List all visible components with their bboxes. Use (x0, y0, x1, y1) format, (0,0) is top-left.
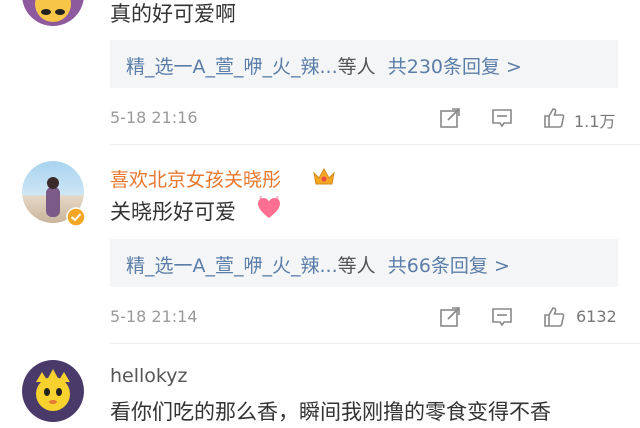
like-icon[interactable] (542, 305, 566, 329)
comment-text: 关晓彤好可爱 (110, 200, 236, 224)
reply-users[interactable]: 精_选一A_萱_咿_火_辣... (126, 255, 338, 277)
avatar[interactable] (22, 0, 84, 26)
reply-users[interactable]: 精_选一A_萱_咿_火_辣... (126, 56, 338, 78)
username[interactable]: hellokyz (110, 365, 187, 387)
reply-summary[interactable]: 精_选一A_萱_咿_火_辣...等人 共66条回复 > (110, 239, 618, 287)
comment-2: 喜欢北京女孩关晓彤 关晓彤好可爱 精_选一A_萱_咿_火_辣...等人 共66条… (0, 145, 640, 343)
reply-suffix: 等人 (337, 56, 376, 78)
avatar[interactable] (22, 360, 84, 422)
like-count: 6132 (576, 307, 617, 326)
reply-count-link[interactable]: 共230条回复 > (388, 56, 522, 78)
comment-icon[interactable] (490, 305, 514, 329)
comment-1: 真的好可爱啊 精_选一A_萱_咿_火_辣...等人 共230条回复 > 5-18… (0, 0, 640, 140)
reply-count-link[interactable]: 共66条回复 > (388, 255, 510, 277)
comment-text: 真的好可爱啊 (110, 2, 236, 26)
reply-summary[interactable]: 精_选一A_萱_咿_火_辣...等人 共230条回复 > (110, 40, 618, 88)
reply-suffix: 等人 (337, 255, 376, 277)
share-icon[interactable] (438, 305, 462, 329)
timestamp: 5-18 21:14 (110, 307, 198, 326)
verified-badge-icon (66, 207, 86, 227)
like-count: 1.1万 (574, 112, 616, 131)
crown-badge-icon (313, 167, 335, 185)
timestamp: 5-18 21:16 (110, 108, 198, 127)
mascot-avatar-icon (36, 369, 70, 411)
comment-3: hellokyz 看你们吃的那么香，瞬间我刚撸的零食变得不香 (0, 344, 640, 428)
comment-icon[interactable] (490, 106, 514, 130)
cartoon-avatar-icon (35, 0, 71, 22)
like-icon[interactable] (542, 106, 566, 130)
heart-emoji-icon (258, 195, 280, 218)
username[interactable]: 喜欢北京女孩关晓彤 (110, 165, 281, 192)
comment-text: 看你们吃的那么香，瞬间我刚撸的零食变得不香 (110, 400, 551, 424)
share-icon[interactable] (438, 106, 462, 130)
